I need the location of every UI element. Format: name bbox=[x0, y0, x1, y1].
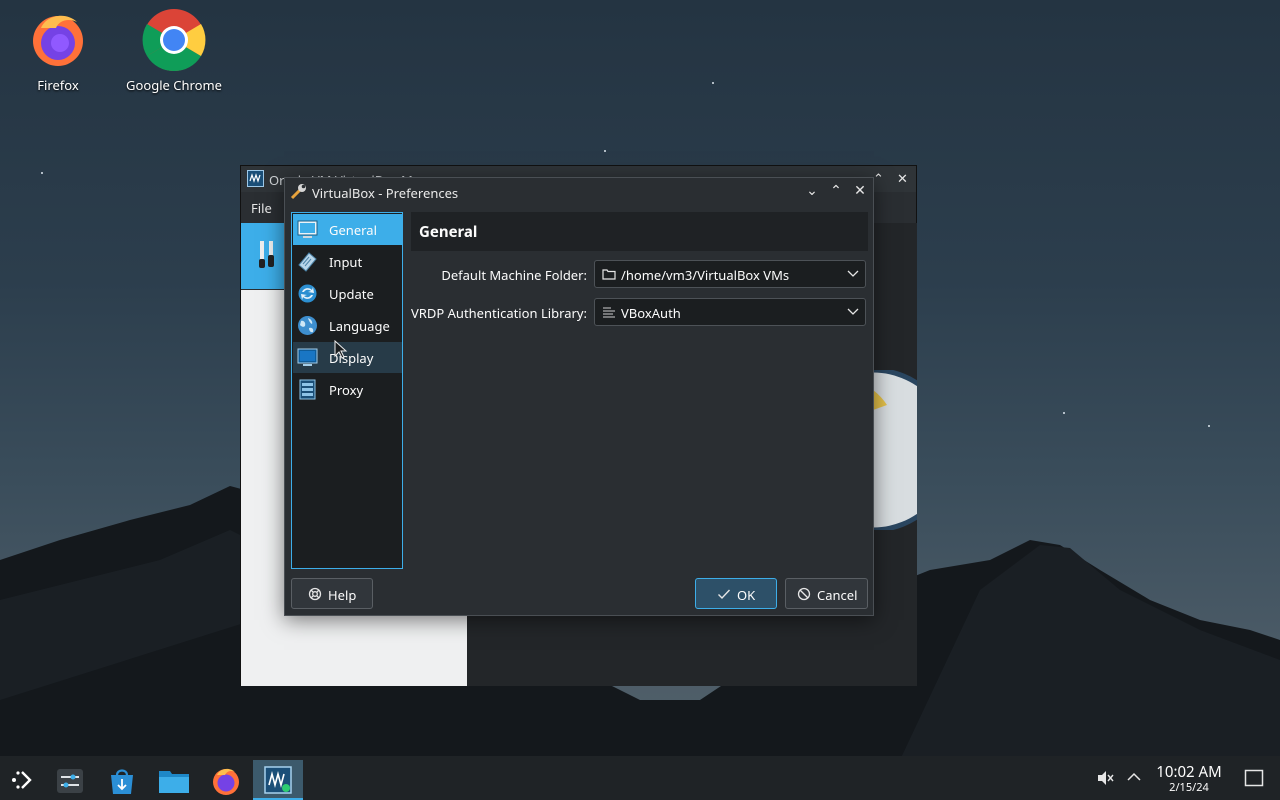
help-button[interactable]: Help bbox=[291, 578, 373, 609]
section-title: General bbox=[419, 222, 478, 242]
preferences-dialog[interactable]: VirtualBox - Preferences ⌄ ⌃ ✕ General I… bbox=[284, 177, 874, 616]
vrdp-library-combobox[interactable]: VBoxAuth bbox=[594, 298, 866, 326]
machine-folder-combobox[interactable]: /home/vm3/VirtualBox VMs bbox=[594, 260, 866, 288]
text-lines-icon bbox=[603, 307, 615, 318]
dialog-title: VirtualBox - Preferences bbox=[312, 184, 459, 202]
desktop-icon-label: Firefox bbox=[37, 76, 79, 94]
store-bag-icon bbox=[111, 769, 133, 794]
welcome-graphic bbox=[873, 370, 917, 530]
help-icon bbox=[308, 587, 322, 601]
preferences-sidebar: General Input Update Language Display Pr… bbox=[291, 212, 403, 569]
clock-time[interactable]: 10:02 AM bbox=[1150, 762, 1228, 782]
tools-icon bbox=[259, 241, 274, 268]
sidebar-item-language[interactable]: Language bbox=[293, 310, 402, 341]
close-icon[interactable]: ✕ bbox=[851, 182, 869, 200]
virtualbox-icon bbox=[264, 766, 292, 794]
cancel-label: Cancel bbox=[817, 586, 858, 604]
chevron-up-icon[interactable] bbox=[1126, 770, 1142, 784]
tools-button[interactable] bbox=[241, 223, 286, 289]
mouse-cursor-icon bbox=[334, 340, 348, 359]
close-icon[interactable]: ✕ bbox=[897, 169, 908, 187]
help-label: Help bbox=[328, 586, 357, 604]
desktop-icon-chrome[interactable]: Google Chrome bbox=[124, 8, 224, 94]
sidebar-item-proxy[interactable]: Proxy bbox=[293, 374, 402, 405]
wrench-icon bbox=[290, 184, 306, 200]
sidebar-item-label: Update bbox=[329, 285, 374, 303]
sidebar-item-general[interactable]: General bbox=[293, 214, 402, 245]
virtualbox-icon bbox=[247, 170, 264, 187]
folder-icon bbox=[159, 771, 189, 793]
menu-file[interactable]: File bbox=[251, 199, 272, 217]
machine-folder-value: /home/vm3/VirtualBox VMs bbox=[621, 266, 790, 284]
sidebar-item-update[interactable]: Update bbox=[293, 278, 402, 309]
firefox-icon bbox=[33, 15, 83, 66]
sidebar-item-label: Proxy bbox=[329, 381, 364, 399]
monitor-icon bbox=[297, 220, 318, 238]
server-icon bbox=[299, 379, 316, 400]
sidebar-item-label: Language bbox=[329, 317, 390, 335]
vrdp-library-label: VRDP Authentication Library: bbox=[410, 304, 587, 322]
chevron-down-icon bbox=[847, 270, 859, 277]
ok-button[interactable]: OK bbox=[695, 578, 777, 609]
sidebar-item-input[interactable]: Input bbox=[293, 246, 402, 277]
clock-date[interactable]: 2/15/24 bbox=[1150, 780, 1228, 795]
section-header: General bbox=[411, 212, 868, 251]
taskbar-item-discover[interactable] bbox=[100, 760, 144, 800]
taskbar-item-firefox[interactable] bbox=[204, 760, 248, 800]
taskbar-item-system-settings[interactable] bbox=[48, 760, 92, 800]
sidebar-item-label: General bbox=[329, 221, 377, 239]
chrome-icon bbox=[142, 9, 206, 72]
ok-label: OK bbox=[737, 586, 756, 604]
muted-speaker-icon[interactable] bbox=[1096, 769, 1114, 787]
cancel-icon bbox=[797, 587, 811, 601]
maximize-icon[interactable]: ⌃ bbox=[873, 169, 884, 187]
chevron-down-icon bbox=[847, 308, 859, 315]
show-desktop-icon[interactable] bbox=[1244, 769, 1264, 787]
machine-folder-label: Default Machine Folder: bbox=[441, 266, 587, 284]
settings-icon bbox=[57, 769, 83, 793]
application-launcher-button[interactable] bbox=[0, 760, 44, 800]
vrdp-library-value: VBoxAuth bbox=[621, 304, 681, 322]
taskbar-item-virtualbox[interactable] bbox=[253, 760, 303, 800]
keyboard-icon bbox=[298, 252, 317, 272]
desktop-icon-label: Google Chrome bbox=[126, 76, 222, 94]
kde-launcher-icon bbox=[12, 771, 32, 789]
taskbar-item-files[interactable] bbox=[152, 760, 196, 800]
taskbar bbox=[0, 756, 1280, 800]
folder-icon bbox=[602, 269, 616, 280]
cancel-button[interactable]: Cancel bbox=[785, 578, 868, 609]
checkmark-icon bbox=[718, 589, 731, 600]
maximize-icon[interactable]: ⌃ bbox=[827, 182, 845, 200]
minimize-icon[interactable]: ⌄ bbox=[803, 182, 821, 200]
globe-icon bbox=[298, 316, 317, 335]
desktop-icon-firefox[interactable]: Firefox bbox=[8, 10, 108, 94]
display-icon bbox=[297, 348, 318, 366]
sidebar-item-label: Input bbox=[329, 253, 363, 271]
refresh-icon bbox=[298, 284, 317, 303]
dialog-titlebar[interactable]: VirtualBox - Preferences ⌄ ⌃ ✕ bbox=[285, 178, 873, 206]
firefox-icon bbox=[213, 768, 239, 795]
